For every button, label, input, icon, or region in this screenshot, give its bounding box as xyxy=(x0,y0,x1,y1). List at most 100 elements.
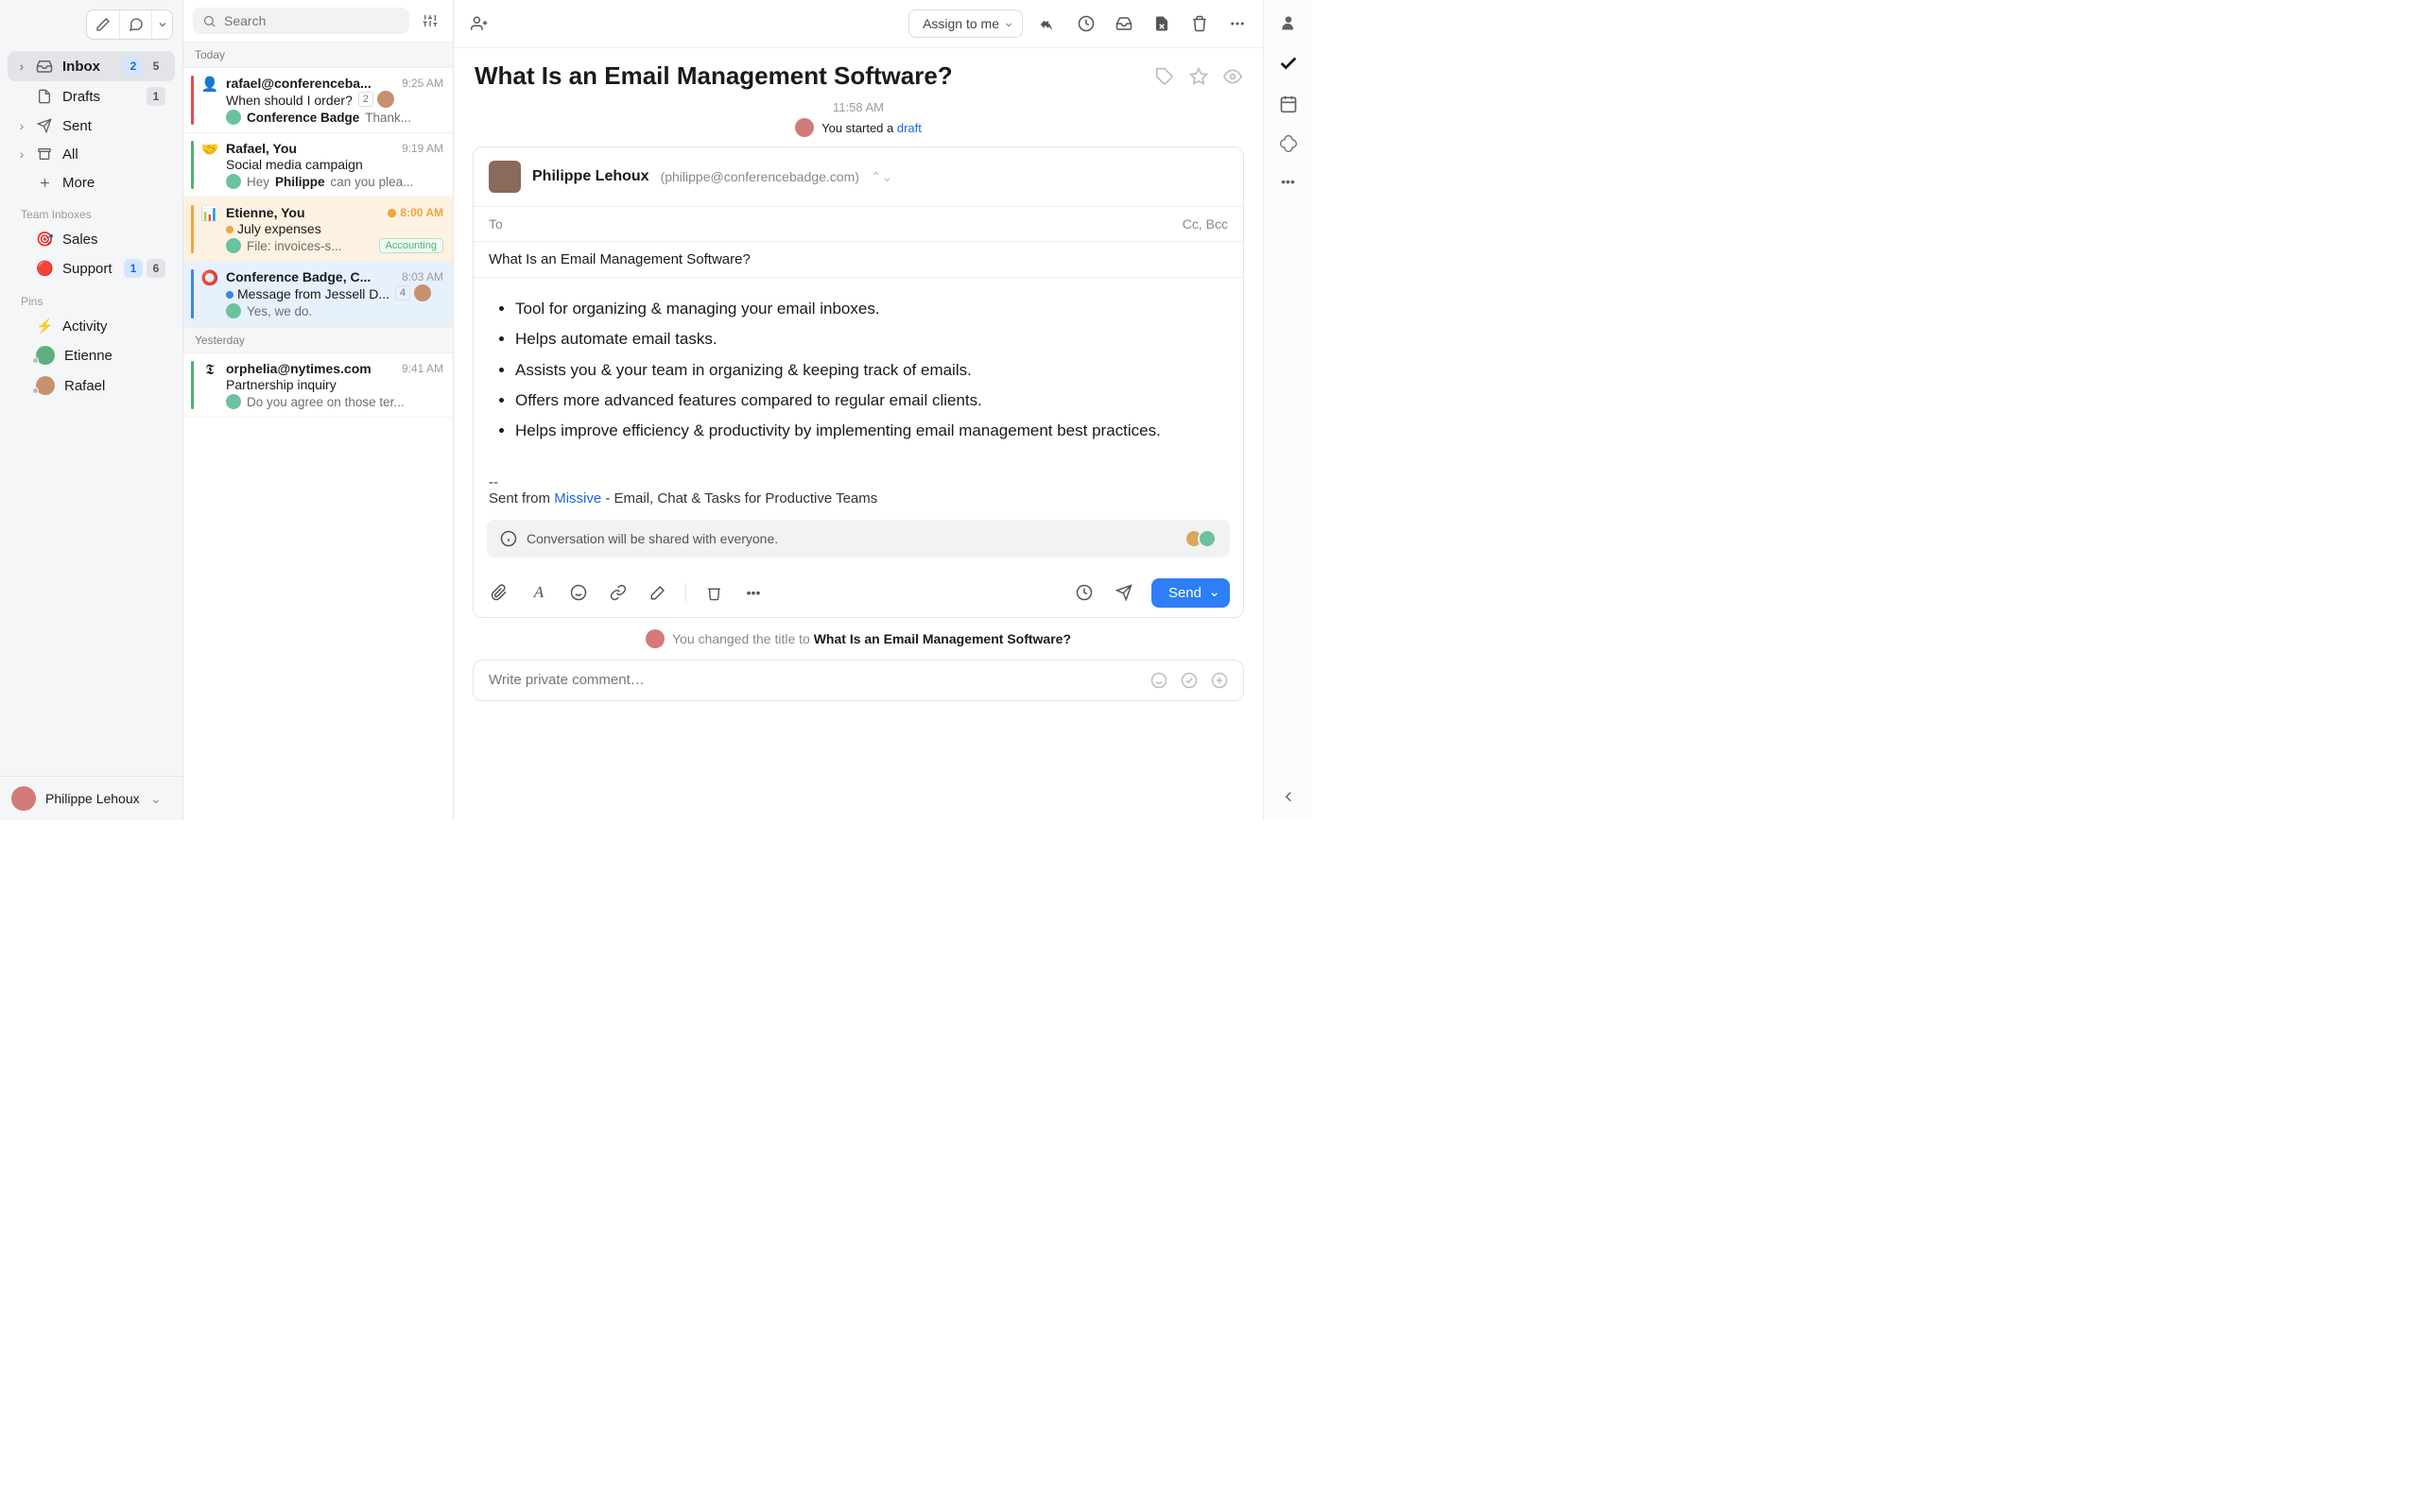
avatar xyxy=(226,174,241,189)
to-field-label[interactable]: To xyxy=(489,216,503,232)
count-badge: 2 xyxy=(358,92,373,107)
preview: Hey Philippe can you plea... xyxy=(226,174,443,189)
sliders-icon xyxy=(423,13,438,28)
conv-type-icon: 🤝 xyxy=(201,141,218,158)
star-button[interactable] xyxy=(1189,67,1208,86)
count-badge: 6 xyxy=(147,259,165,278)
account-switcher[interactable]: Philippe Lehoux ⌄ xyxy=(0,776,182,820)
body-bullet: Helps automate email tasks. xyxy=(515,327,1215,352)
conversation-main: Assign to me What Is an Email Management… xyxy=(454,0,1263,820)
conversation-item[interactable]: 📊 Etienne, You8:00 AM July expenses File… xyxy=(183,198,453,262)
avatar xyxy=(36,376,55,395)
sidebar-item-all[interactable]: › All xyxy=(8,140,175,168)
from-name: Etienne, You xyxy=(226,205,381,220)
search-input[interactable] xyxy=(224,13,400,28)
team-emoji-icon: 🎯 xyxy=(36,231,53,248)
archive-button[interactable] xyxy=(1112,11,1136,36)
sidebar-item-more[interactable]: More xyxy=(8,168,175,197)
tag-button[interactable] xyxy=(1155,67,1174,86)
assign-button[interactable]: Assign to me xyxy=(908,9,1023,38)
preview: Conference Badge Thank... xyxy=(226,110,443,125)
preview: Do you agree on those ter... xyxy=(226,394,443,409)
wand-icon xyxy=(649,584,666,601)
more-actions-button[interactable] xyxy=(1225,11,1250,36)
calendar-button[interactable] xyxy=(1279,94,1298,113)
sidebar-item-drafts[interactable]: Drafts 1 xyxy=(8,81,175,112)
collapse-rail-button[interactable] xyxy=(1280,788,1297,805)
timestamp: 8:03 AM xyxy=(402,270,443,284)
add-button[interactable] xyxy=(1211,672,1228,689)
color-stripe xyxy=(191,361,194,409)
emoji-button[interactable] xyxy=(566,580,591,605)
compose-dropdown[interactable] xyxy=(151,10,172,39)
chevron-left-icon xyxy=(1280,788,1297,805)
sidebar-item-support[interactable]: 🔴Support16 xyxy=(8,253,175,284)
avatar xyxy=(36,346,55,365)
doc-icon xyxy=(36,88,53,105)
task-button[interactable] xyxy=(1181,672,1198,689)
from-switcher[interactable]: ⌃⌄ xyxy=(871,169,892,185)
subject-field[interactable]: What Is an Email Management Software? xyxy=(474,242,1243,278)
clock-icon xyxy=(387,208,397,218)
comment-input[interactable] xyxy=(489,672,1150,688)
conversation-item[interactable]: 👤 rafael@conferenceba...9:25 AM When sho… xyxy=(183,68,453,133)
cc-bcc-toggle[interactable]: Cc, Bcc xyxy=(1183,216,1228,232)
filter-button[interactable] xyxy=(417,8,443,34)
close-conversation-button[interactable] xyxy=(1150,11,1174,36)
new-chat-button[interactable] xyxy=(119,10,151,39)
conv-type-icon: 👤 xyxy=(201,76,218,93)
caret-icon: › xyxy=(17,118,26,133)
body-bullet: Offers more advanced features compared t… xyxy=(515,388,1215,413)
link-button[interactable] xyxy=(606,580,631,605)
ai-button[interactable] xyxy=(646,580,670,605)
clock-icon xyxy=(1076,584,1093,601)
info-icon xyxy=(500,530,517,547)
snooze-button[interactable] xyxy=(1074,11,1098,36)
dots-icon xyxy=(1229,15,1246,32)
rail-more-button[interactable]: ••• xyxy=(1281,174,1295,189)
emoji-button[interactable] xyxy=(1150,672,1167,689)
ai-button[interactable] xyxy=(1279,134,1298,153)
subject: Partnership inquiry xyxy=(226,377,337,392)
attach-button[interactable] xyxy=(487,580,511,605)
delete-button[interactable] xyxy=(1187,11,1212,36)
discard-button[interactable] xyxy=(701,580,726,605)
signature: -- Sent from Missive - Email, Chat & Tas… xyxy=(474,474,1243,520)
search-input-container[interactable] xyxy=(193,8,409,34)
sidebar-item-etienne[interactable]: Etienne xyxy=(8,340,175,370)
section-header-pins: Pins xyxy=(8,284,175,312)
profile-button[interactable] xyxy=(1279,13,1298,32)
reply-all-button[interactable] xyxy=(1036,11,1061,36)
subject: July expenses xyxy=(226,221,321,236)
email-body[interactable]: Tool for organizing & managing your emai… xyxy=(474,278,1243,474)
person-plus-icon xyxy=(471,15,488,32)
conversation-item[interactable]: 𝕿 orphelia@nytimes.com9:41 AM Partnershi… xyxy=(183,353,453,418)
sidebar-item-inbox[interactable]: › Inbox 25 xyxy=(8,51,175,81)
watch-button[interactable] xyxy=(1223,67,1242,86)
sidebar-item-activity[interactable]: ⚡Activity xyxy=(8,312,175,340)
more-compose-button[interactable]: ••• xyxy=(741,580,766,605)
list-section-header: Today xyxy=(183,42,453,68)
schedule-button[interactable] xyxy=(1072,580,1097,605)
missive-link[interactable]: Missive xyxy=(554,490,601,507)
add-participant-button[interactable] xyxy=(467,11,492,36)
format-button[interactable]: A xyxy=(527,580,551,605)
conversation-item[interactable]: ⭕ Conference Badge, C...8:03 AM Message … xyxy=(183,262,453,327)
avatar xyxy=(414,284,431,301)
sidebar-item-rafael[interactable]: Rafael xyxy=(8,370,175,401)
preview: Yes, we do. xyxy=(226,303,443,318)
reply-all-icon xyxy=(1039,14,1058,33)
compose-button[interactable] xyxy=(87,10,119,39)
send-icon xyxy=(36,117,53,134)
checkmark-icon xyxy=(1278,53,1299,74)
conversation-item[interactable]: 🤝 Rafael, You9:19 AM Social media campai… xyxy=(183,133,453,198)
sidebar-item-sent[interactable]: › Sent xyxy=(8,112,175,140)
sidebar-item-sales[interactable]: 🎯Sales xyxy=(8,225,175,253)
status-dot-icon xyxy=(226,226,233,233)
list-section-header: Yesterday xyxy=(183,327,453,353)
comment-box[interactable] xyxy=(473,660,1244,701)
sidebar-nav: › Inbox 25 Drafts 1› Sent › All More Tea… xyxy=(0,49,182,776)
send-later-button[interactable] xyxy=(1112,580,1136,605)
send-button[interactable]: Send xyxy=(1151,578,1230,608)
tasks-button[interactable] xyxy=(1278,53,1299,74)
